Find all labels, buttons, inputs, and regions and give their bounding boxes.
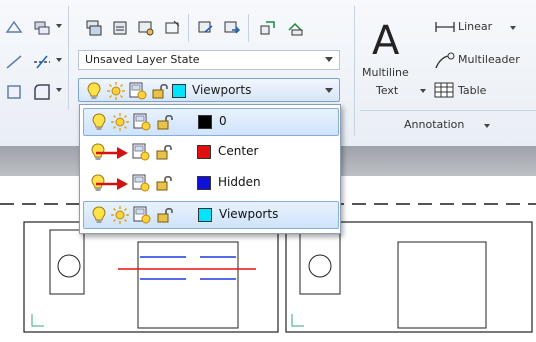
- divider: [188, 14, 189, 42]
- lightbulb-icon[interactable]: [87, 82, 101, 103]
- multiline-text-label-2[interactable]: Text: [376, 84, 398, 97]
- layer-name: Center: [218, 144, 259, 158]
- viewport-freeze-icon[interactable]: [129, 82, 147, 103]
- viewport-freeze-icon[interactable]: [132, 174, 150, 195]
- line-tool-icon[interactable]: [2, 50, 26, 74]
- unlock-icon[interactable]: [155, 143, 173, 164]
- layer-freeze-icon[interactable]: [194, 16, 218, 40]
- rectangle-tool-icon[interactable]: [30, 80, 54, 104]
- layer-state-dropdown[interactable]: Unsaved Layer State: [78, 50, 340, 70]
- lightbulb-icon[interactable]: [92, 206, 106, 227]
- sun-icon[interactable]: [111, 113, 129, 134]
- layer-row-center[interactable]: Center: [83, 139, 337, 165]
- viewport-freeze-icon[interactable]: [132, 143, 150, 164]
- layer-walk-icon[interactable]: [160, 16, 184, 40]
- multiline-text-icon[interactable]: A: [372, 18, 399, 64]
- merge-layers-icon[interactable]: [284, 16, 308, 40]
- multileader-label[interactable]: Multileader: [458, 53, 520, 66]
- layer-color-swatch[interactable]: [198, 208, 212, 222]
- chevron-down-icon[interactable]: [420, 89, 426, 93]
- layer-dropdown[interactable]: Viewports: [78, 78, 340, 102]
- chevron-down-icon[interactable]: [510, 26, 516, 30]
- multileader-icon[interactable]: [434, 52, 456, 73]
- chevron-down-icon[interactable]: [325, 88, 333, 93]
- layer-tool-icon[interactable]: [2, 16, 26, 40]
- panel-title-annotation[interactable]: Annotation: [404, 118, 464, 131]
- chevron-down-icon[interactable]: [56, 88, 62, 92]
- current-layer-name: Viewports: [192, 83, 252, 97]
- layer-match-icon[interactable]: [82, 16, 106, 40]
- layer-name: 0: [219, 114, 227, 128]
- layer-previous-icon[interactable]: [108, 16, 132, 40]
- viewport-freeze-icon[interactable]: [133, 206, 151, 227]
- layer-name: Hidden: [218, 175, 261, 189]
- shape-tool-icon[interactable]: [2, 80, 26, 104]
- layer-color-swatch[interactable]: [172, 84, 186, 98]
- layer-row-viewports[interactable]: Viewports: [83, 201, 339, 229]
- layer-state-value: Unsaved Layer State: [85, 53, 200, 66]
- chevron-down-icon[interactable]: [56, 58, 62, 62]
- unlock-icon[interactable]: [156, 206, 174, 227]
- layer-list: 0 Center Hidden Viewports: [79, 104, 341, 234]
- chevron-down-icon[interactable]: [484, 124, 490, 128]
- layer-color-swatch[interactable]: [198, 115, 212, 129]
- unlock-icon[interactable]: [156, 113, 174, 134]
- linear-dimension-icon[interactable]: [434, 20, 456, 37]
- chevron-down-icon[interactable]: [325, 57, 333, 62]
- red-arrow-icon: [95, 144, 129, 165]
- table-icon[interactable]: [434, 82, 454, 101]
- layer-row-0[interactable]: 0: [83, 108, 339, 136]
- layer-name: Viewports: [219, 207, 279, 221]
- linear-label[interactable]: Linear: [458, 20, 492, 33]
- viewport-frame[interactable]: [23, 221, 279, 333]
- layer-color-swatch[interactable]: [197, 176, 211, 190]
- multiline-text-label[interactable]: Multiline: [362, 66, 409, 79]
- linetype-icon[interactable]: [30, 50, 54, 74]
- layer-properties-icon[interactable]: [30, 16, 54, 40]
- copy-objects-icon[interactable]: [256, 16, 280, 40]
- divider: [248, 14, 249, 42]
- red-arrow-icon: [95, 175, 129, 196]
- layer-row-hidden[interactable]: Hidden: [83, 170, 337, 196]
- sun-icon[interactable]: [111, 206, 129, 227]
- unlock-icon[interactable]: [151, 82, 169, 103]
- unlock-icon[interactable]: [155, 174, 173, 195]
- divider: [68, 6, 69, 110]
- layer-color-swatch[interactable]: [197, 145, 211, 159]
- table-label[interactable]: Table: [458, 84, 486, 97]
- divider: [360, 110, 536, 111]
- sun-icon[interactable]: [107, 82, 125, 103]
- chevron-down-icon[interactable]: [56, 24, 62, 28]
- layer-isolate-icon[interactable]: [134, 16, 158, 40]
- viewport-freeze-icon[interactable]: [133, 113, 151, 134]
- divider: [354, 6, 355, 136]
- layer-off-icon[interactable]: [220, 16, 244, 40]
- lightbulb-icon[interactable]: [92, 113, 106, 134]
